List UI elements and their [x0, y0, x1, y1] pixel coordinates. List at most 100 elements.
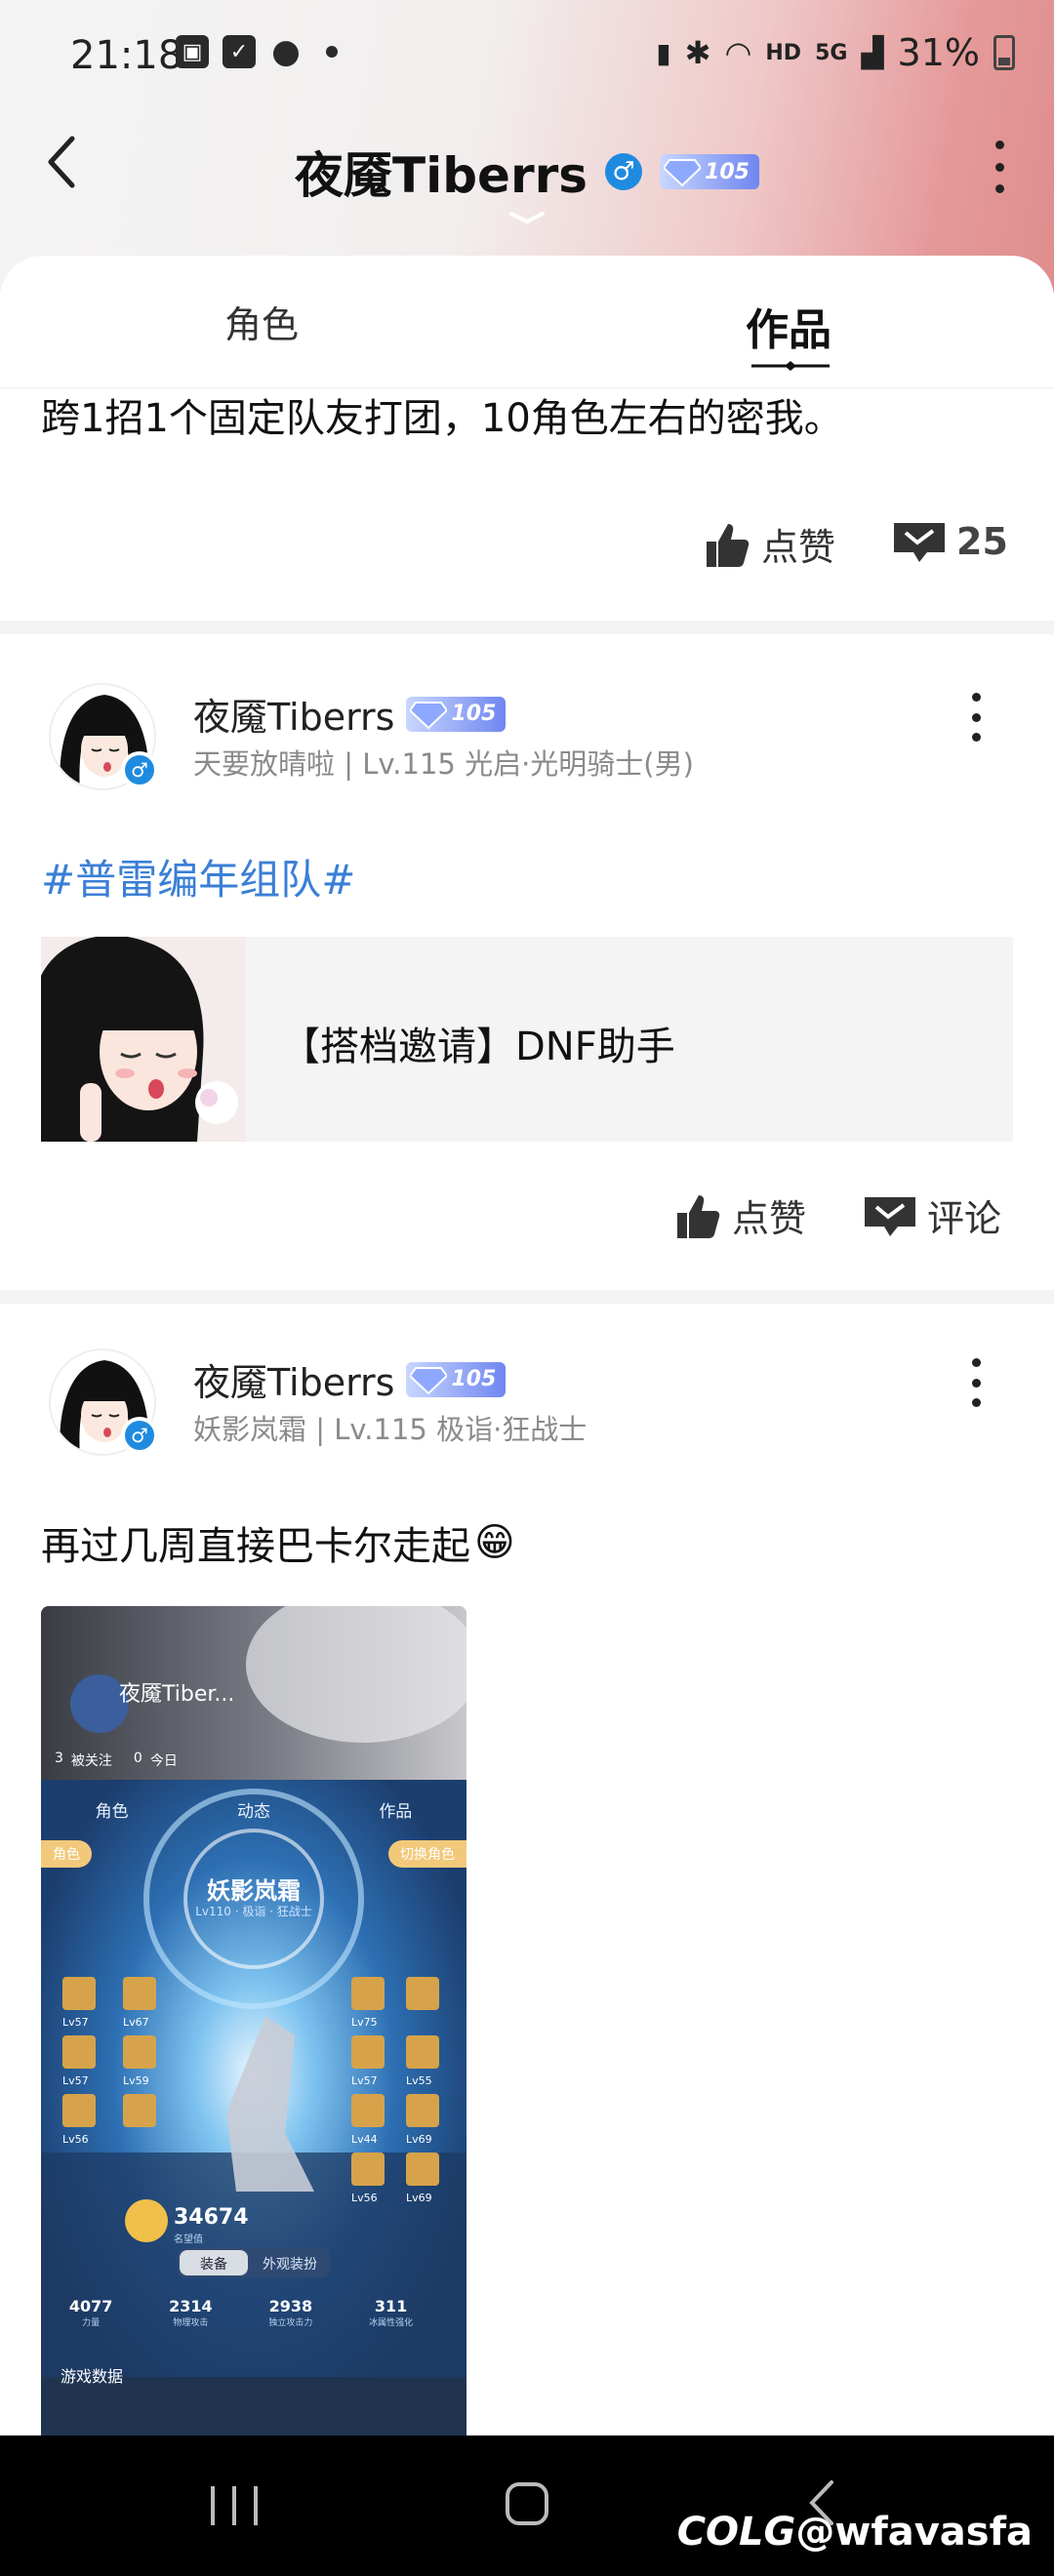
- divider: [0, 621, 1054, 634]
- battery-percent: 31%: [897, 31, 980, 74]
- bluetooth-icon: ✱: [684, 34, 711, 71]
- author-row[interactable]: 夜魇Tiberrs 105: [193, 1352, 507, 1406]
- shot-level: Lv56: [351, 2192, 378, 2204]
- post-text: 再过几周直接巴卡尔走起: [41, 1524, 470, 1569]
- shot-level: Lv75: [351, 2016, 378, 2029]
- shot-stat: 2938 独立攻击力: [268, 2297, 313, 2328]
- comment-button[interactable]: 25: [892, 517, 1008, 566]
- system-status: ▮ ✱ ◠ HD 5G ▟ 31%: [656, 31, 1015, 74]
- shot-stat: 3: [55, 1751, 63, 1766]
- shot-tab-role: 角色: [95, 1802, 129, 1822]
- shot-level: Lv44: [351, 2133, 378, 2146]
- thumbs-up-icon: [707, 523, 750, 567]
- shot-level: Lv57: [62, 2016, 89, 2029]
- post-text-row: 再过几周直接巴卡尔走起 😁: [41, 1514, 515, 1571]
- male-icon: ♂: [121, 751, 158, 788]
- level-badge-text: 105: [705, 159, 750, 184]
- shot-level: Lv69: [406, 2192, 432, 2204]
- author-meta: 天要放晴啦 | Lv.115 光启·光明骑士(男): [193, 747, 694, 781]
- post-more-button[interactable]: [968, 1358, 984, 1407]
- status-time: 21:18: [70, 33, 183, 78]
- tab-role[interactable]: 角色: [224, 295, 299, 348]
- nav-bar: 夜魇Tiberrs ♂ 105: [0, 113, 1054, 224]
- shot-level: Lv57: [62, 2074, 89, 2087]
- thumbs-up-icon: [677, 1194, 720, 1238]
- shot-level: Lv67: [123, 2016, 149, 2029]
- share-card[interactable]: 【搭档邀请】DNF助手: [41, 937, 1013, 1142]
- male-icon: ♂: [121, 1417, 158, 1454]
- page-title: 夜魇Tiberrs: [295, 147, 588, 204]
- home-button[interactable]: [506, 2482, 548, 2525]
- watermark: COLG@wfavasfa: [677, 2510, 1033, 2555]
- signal-icon: ▟: [861, 35, 884, 70]
- post-text: 跨1招1个固定队友打团，10角色左右的密我。: [41, 396, 843, 441]
- comment-icon: [865, 1196, 915, 1236]
- shot-tab-dynamic: 动态: [236, 1802, 270, 1822]
- hd-label: HD: [765, 40, 802, 65]
- title-group: 夜魇Tiberrs ♂ 105: [0, 137, 1054, 207]
- diamond-icon: [664, 159, 702, 187]
- more-notifications-dot: [326, 46, 338, 58]
- recent-apps-button[interactable]: [211, 2486, 258, 2525]
- level-badge: 105: [406, 1361, 507, 1397]
- tab-works[interactable]: 作品: [746, 295, 831, 357]
- more-options-button[interactable]: [992, 141, 1007, 193]
- author-row[interactable]: 夜魇Tiberrs 105: [193, 687, 507, 741]
- shot-tab-works: 作品: [379, 1802, 413, 1822]
- comment-icon: [894, 523, 945, 562]
- shot-username: 夜魇Tiber...: [119, 1682, 235, 1707]
- like-button[interactable]: 点赞: [703, 517, 835, 571]
- shot-level: Lv69: [406, 2133, 432, 2146]
- like-label: 点赞: [732, 1197, 807, 1240]
- shot-level: Lv56: [62, 2133, 89, 2146]
- diamond-icon: [410, 1366, 448, 1394]
- shot-char-sub: Lv110 · 极诣 · 狂战士: [195, 1905, 312, 1918]
- shot-follow-stats: 3 被关注 0 今日: [55, 1751, 178, 1770]
- battery-icon: [993, 35, 1015, 70]
- level-badge: 105: [406, 696, 507, 732]
- shot-switch-pill: 切换角色: [388, 1840, 466, 1868]
- hashtag-link[interactable]: #普雷编年组队#: [41, 847, 355, 906]
- post-image[interactable]: 夜魇Tiber... 3 被关注 0 今日 角色 动态 作品 角色 切换角色 妖…: [41, 1606, 466, 2435]
- grin-emoji-icon: 😁: [474, 1520, 515, 1565]
- shot-fame: 34674: [174, 2205, 249, 2230]
- system-nav-bar: COLG@wfavasfa: [0, 2435, 1054, 2576]
- shot-tabs: 角色 动态 作品: [41, 1797, 466, 1822]
- shot-game-data: 游戏数据: [61, 2367, 124, 2386]
- shot-char-name: 妖影岚霜: [207, 1877, 301, 1905]
- shot-role-pill: 角色: [41, 1840, 92, 1868]
- author-name: 夜魇Tiberrs: [193, 1361, 395, 1404]
- like-button[interactable]: 点赞: [673, 1188, 806, 1242]
- like-label: 点赞: [761, 526, 836, 569]
- level-badge-text: 105: [451, 1367, 497, 1391]
- nfc-icon: ▮: [656, 36, 671, 69]
- colg-logo: COLG: [676, 2510, 796, 2555]
- shot-tab-equip: 装备: [200, 2257, 227, 2273]
- comment-button[interactable]: 评论: [863, 1188, 1001, 1242]
- shot-level: Lv59: [123, 2074, 149, 2087]
- shot-stats: 4077 力量 2314 物理攻击 2938 独立攻击力 311 冰属性强化: [41, 2297, 441, 2328]
- tab-indicator: [751, 361, 830, 371]
- shot-stat: 4077 力量: [68, 2297, 113, 2328]
- task-icon: ✓: [223, 35, 256, 68]
- shot-stat: 今日: [149, 1753, 178, 1769]
- comment-count: 25: [956, 520, 1008, 563]
- shot-stat: 311 冰属性强化: [369, 2297, 414, 2328]
- shot-tab-look: 外观装扮: [263, 2257, 317, 2273]
- shot-level: Lv57: [351, 2074, 378, 2087]
- tab-bar: 角色 作品: [0, 256, 1054, 388]
- wechat-icon: ●: [271, 32, 301, 71]
- gallery-icon: ▣: [176, 35, 209, 68]
- share-title: 【搭档邀请】DNF助手: [281, 1025, 675, 1069]
- post-more-button[interactable]: [968, 693, 984, 742]
- male-icon: ♂: [605, 153, 643, 190]
- divider: [0, 1290, 1054, 1304]
- chevron-down-icon[interactable]: [507, 211, 547, 224]
- shot-stat: 2314 物理攻击: [169, 2297, 213, 2328]
- author-name: 夜魇Tiberrs: [193, 696, 395, 739]
- notification-icons: ▣ ✓ ●: [176, 32, 338, 71]
- wifi-icon: ◠: [724, 34, 752, 71]
- comment-label: 评论: [927, 1197, 1002, 1240]
- shot-stat: 被关注: [70, 1753, 112, 1769]
- level-badge-text: 105: [451, 702, 497, 726]
